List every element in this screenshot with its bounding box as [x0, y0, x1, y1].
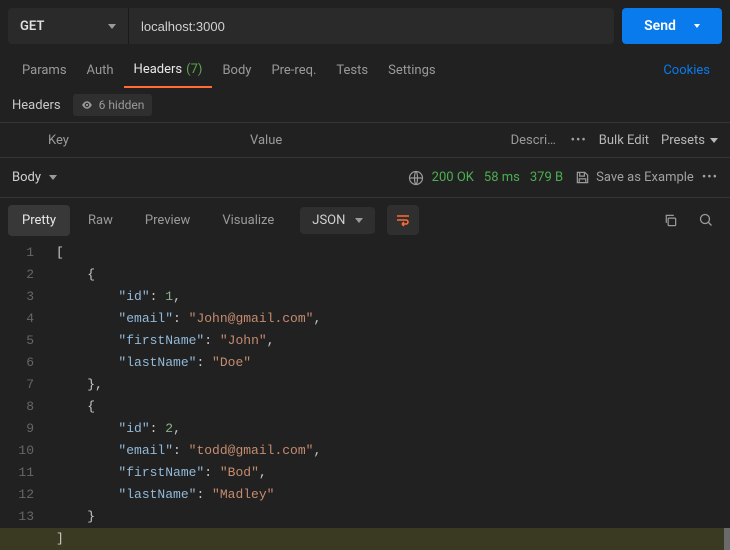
- eye-icon: [81, 99, 93, 111]
- search-icon: [698, 212, 714, 228]
- send-label: Send: [644, 18, 676, 34]
- tab-params[interactable]: Params: [12, 52, 77, 88]
- copy-icon: [663, 213, 678, 228]
- bulk-edit-link[interactable]: Bulk Edit: [599, 133, 649, 148]
- response-body-dropdown[interactable]: Body: [12, 170, 57, 185]
- globe-icon[interactable]: [408, 170, 424, 186]
- tab-prereq[interactable]: Pre-req.: [261, 52, 326, 88]
- search-button[interactable]: [690, 205, 722, 235]
- chevron-down-icon: [355, 218, 363, 223]
- column-value: Value: [250, 133, 511, 148]
- tab-settings[interactable]: Settings: [378, 52, 445, 88]
- viewtab-pretty[interactable]: Pretty: [8, 205, 70, 236]
- chevron-down-icon: [49, 175, 57, 180]
- tab-auth[interactable]: Auth: [77, 52, 124, 88]
- hidden-headers-toggle[interactable]: 6 hidden: [73, 94, 153, 116]
- response-bar: Body 200 OK 58 ms 379 B Save as Example …: [0, 158, 730, 198]
- request-tabs: Params Auth Headers(7) Body Pre-req. Tes…: [0, 52, 730, 88]
- viewtab-preview[interactable]: Preview: [131, 205, 204, 236]
- wrap-icon: [395, 213, 411, 227]
- status-time: 58 ms: [484, 170, 520, 185]
- headers-table-head: Key Value Description ••• Bulk Edit Pres…: [0, 122, 730, 158]
- status-size: 379 B: [530, 170, 563, 185]
- viewtab-raw[interactable]: Raw: [74, 205, 127, 236]
- tab-tests[interactable]: Tests: [326, 52, 378, 88]
- presets-dropdown[interactable]: Presets: [661, 133, 718, 148]
- copy-button[interactable]: [654, 205, 686, 235]
- send-button[interactable]: Send: [622, 8, 722, 44]
- method-value: GET: [20, 19, 44, 34]
- chevron-down-icon: [710, 138, 718, 143]
- response-editor[interactable]: 123 456 789 101112 1314 [ { "id": 1, "em…: [0, 242, 730, 550]
- column-key: Key: [40, 133, 250, 148]
- response-more-icon[interactable]: •••: [702, 170, 718, 185]
- save-as-example-button[interactable]: Save as Example: [575, 170, 694, 185]
- chevron-down-icon[interactable]: [694, 24, 700, 28]
- viewtab-visualize[interactable]: Visualize: [208, 205, 288, 236]
- tab-body[interactable]: Body: [212, 52, 261, 88]
- format-select[interactable]: JSON: [300, 207, 375, 234]
- more-icon[interactable]: •••: [571, 133, 587, 148]
- method-select[interactable]: GET: [8, 8, 128, 44]
- status-code: 200 OK: [432, 170, 474, 185]
- column-description: Description: [511, 133, 561, 148]
- tab-headers[interactable]: Headers(7): [124, 52, 213, 88]
- response-view-tabs: Pretty Raw Preview Visualize JSON: [0, 198, 730, 242]
- wrap-lines-button[interactable]: [387, 205, 419, 235]
- headers-title: Headers: [12, 98, 61, 113]
- code-body: [ { "id": 1, "email": "John@gmail.com", …: [44, 242, 730, 550]
- chevron-down-icon: [108, 24, 116, 29]
- line-gutter: 123 456 789 101112 1314: [0, 242, 44, 550]
- cookies-link[interactable]: Cookies: [655, 63, 718, 78]
- save-icon: [575, 170, 590, 185]
- url-input[interactable]: [128, 8, 614, 44]
